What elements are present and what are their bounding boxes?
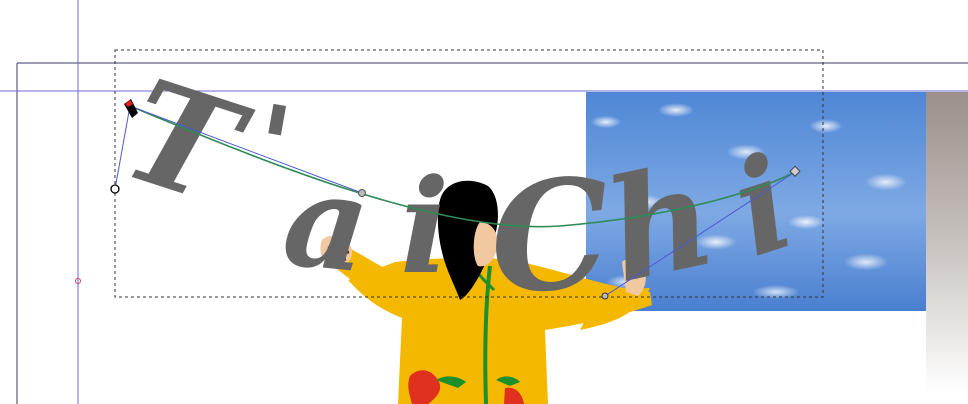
- bezier-handle-mid[interactable]: [358, 189, 366, 197]
- text-glyph-1: T: [106, 48, 264, 239]
- text-glyph-5: C: [484, 145, 615, 329]
- drawing-overlay: T ' a i C h i: [0, 0, 968, 404]
- text-glyph-3: a: [277, 142, 377, 303]
- drawing-canvas[interactable]: T ' a i C h i: [0, 0, 968, 404]
- text-glyph-4: i: [400, 150, 449, 303]
- bezier-handle-bottom[interactable]: [601, 292, 609, 300]
- bezier-handle-left[interactable]: [110, 184, 120, 194]
- text-glyph-7: i: [715, 126, 809, 287]
